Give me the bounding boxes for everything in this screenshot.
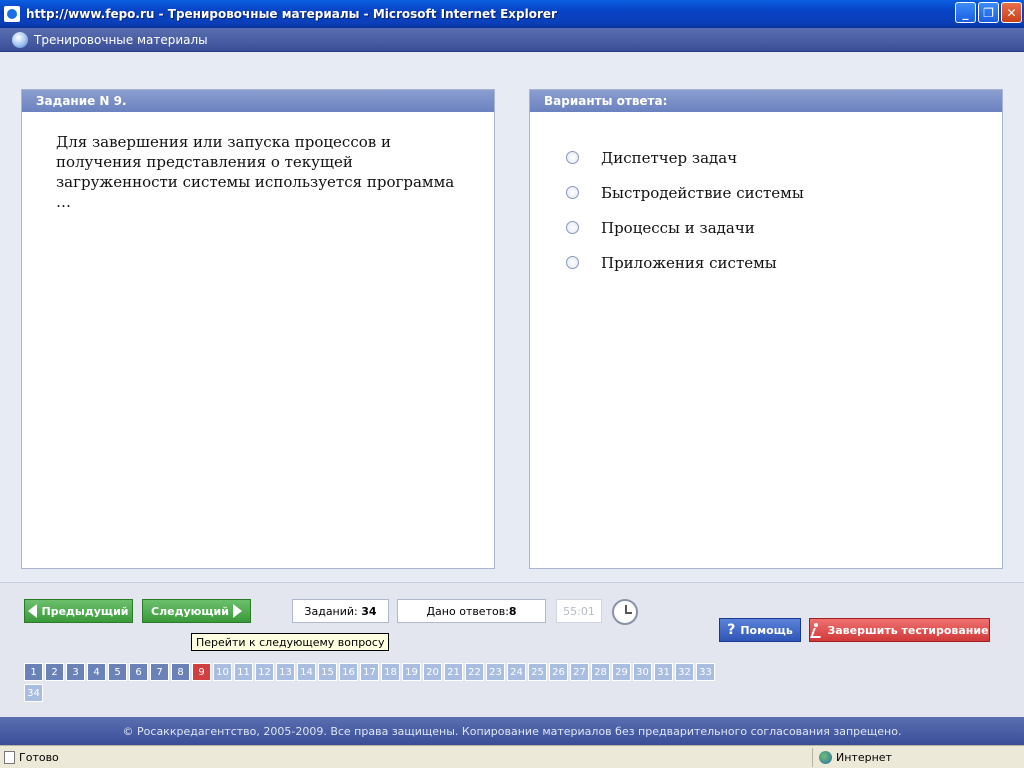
question-number-25[interactable]: 25 bbox=[528, 663, 547, 681]
status-bar: Готово Интернет bbox=[0, 745, 1024, 768]
question-number-23[interactable]: 23 bbox=[486, 663, 505, 681]
window-controls: _ ❐ ✕ bbox=[955, 2, 1022, 23]
question-number-28[interactable]: 28 bbox=[591, 663, 610, 681]
question-number-17[interactable]: 17 bbox=[360, 663, 379, 681]
help-button-label: Помощь bbox=[740, 623, 793, 637]
tasks-counter: Заданий: 34 bbox=[292, 599, 389, 623]
close-button[interactable]: ✕ bbox=[1001, 2, 1022, 23]
question-number-7[interactable]: 7 bbox=[150, 663, 169, 681]
clock-icon bbox=[612, 599, 638, 625]
question-number-4[interactable]: 4 bbox=[87, 663, 106, 681]
question-number-10[interactable]: 10 bbox=[213, 663, 232, 681]
answers-panel: Варианты ответа: Диспетчер задач Быстрод… bbox=[529, 89, 1003, 569]
page-icon bbox=[4, 750, 15, 764]
arrow-left-icon bbox=[28, 604, 38, 618]
question-mark-icon: ? bbox=[727, 622, 736, 638]
question-number-8[interactable]: 8 bbox=[171, 663, 190, 681]
maximize-button[interactable]: ❐ bbox=[978, 2, 999, 23]
next-tooltip: Перейти к следующему вопросу bbox=[191, 633, 390, 651]
question-number-20[interactable]: 20 bbox=[423, 663, 442, 681]
question-number-34[interactable]: 34 bbox=[24, 684, 43, 702]
question-header: Задание N 9. bbox=[22, 90, 494, 112]
answer-option[interactable]: Диспетчер задач bbox=[566, 140, 1002, 175]
answer-label[interactable]: Диспетчер задач bbox=[601, 149, 737, 167]
answer-option[interactable]: Приложения системы bbox=[566, 245, 1002, 280]
question-number-32[interactable]: 32 bbox=[675, 663, 694, 681]
question-number-26[interactable]: 26 bbox=[549, 663, 568, 681]
answers-counter: Дано ответов: 8 bbox=[397, 599, 546, 623]
question-number-22[interactable]: 22 bbox=[465, 663, 484, 681]
next-button[interactable]: Следующий bbox=[142, 599, 251, 623]
window-title: http://www.fepo.ru - Тренировочные матер… bbox=[26, 7, 557, 21]
finish-test-button[interactable]: Завершить тестирование bbox=[809, 618, 990, 642]
answer-label[interactable]: Быстродействие системы bbox=[601, 184, 804, 202]
help-button[interactable]: ? Помощь bbox=[719, 618, 801, 642]
radio-button[interactable] bbox=[566, 186, 579, 199]
minimize-button[interactable]: _ bbox=[955, 2, 976, 23]
status-ready: Готово bbox=[0, 750, 780, 764]
security-zone: Интернет bbox=[812, 747, 892, 767]
question-number-11[interactable]: 11 bbox=[234, 663, 253, 681]
question-number-33[interactable]: 33 bbox=[696, 663, 715, 681]
app-title: Тренировочные материалы bbox=[34, 32, 208, 47]
answer-label[interactable]: Приложения системы bbox=[601, 254, 777, 272]
tasks-count: 34 bbox=[361, 604, 377, 618]
question-number-18[interactable]: 18 bbox=[381, 663, 400, 681]
question-number-27[interactable]: 27 bbox=[570, 663, 589, 681]
question-number-30[interactable]: 30 bbox=[633, 663, 652, 681]
question-number-12[interactable]: 12 bbox=[255, 663, 274, 681]
question-number-3[interactable]: 3 bbox=[66, 663, 85, 681]
status-text: Готово bbox=[19, 750, 59, 764]
question-number-14[interactable]: 14 bbox=[297, 663, 316, 681]
globe-icon bbox=[819, 750, 832, 764]
app-logo-icon bbox=[12, 31, 28, 48]
main-content: Задание N 9. Для завершения или запуска … bbox=[0, 52, 1024, 582]
radio-button[interactable] bbox=[566, 221, 579, 234]
question-number-16[interactable]: 16 bbox=[339, 663, 358, 681]
previous-button-label: Предыдущий bbox=[41, 604, 129, 618]
question-text: Для завершения или запуска процессов и п… bbox=[56, 133, 455, 211]
answers-label: Дано ответов: bbox=[426, 604, 509, 618]
answer-option[interactable]: Быстродействие системы bbox=[566, 175, 1002, 210]
question-panel: Задание N 9. Для завершения или запуска … bbox=[21, 89, 495, 569]
runner-icon bbox=[810, 623, 822, 637]
question-number-5[interactable]: 5 bbox=[108, 663, 127, 681]
question-number-29[interactable]: 29 bbox=[612, 663, 631, 681]
radio-button[interactable] bbox=[566, 151, 579, 164]
question-number-21[interactable]: 21 bbox=[444, 663, 463, 681]
arrow-right-icon bbox=[232, 604, 242, 618]
finish-button-label: Завершить тестирование bbox=[827, 623, 989, 637]
previous-button[interactable]: Предыдущий bbox=[24, 599, 133, 623]
question-number-24[interactable]: 24 bbox=[507, 663, 526, 681]
copyright-footer: © Росаккредагентство, 2005-2009. Все пра… bbox=[0, 717, 1024, 745]
radio-button[interactable] bbox=[566, 256, 579, 269]
answers-header: Варианты ответа: bbox=[530, 90, 1002, 112]
answers-count: 8 bbox=[508, 604, 517, 618]
question-number-13[interactable]: 13 bbox=[276, 663, 295, 681]
next-button-label: Следующий bbox=[151, 604, 229, 618]
question-number-1[interactable]: 1 bbox=[24, 663, 43, 681]
question-number-31[interactable]: 31 bbox=[654, 663, 673, 681]
question-number-19[interactable]: 19 bbox=[402, 663, 421, 681]
timer-display: 55:01 bbox=[556, 599, 602, 623]
question-number-15[interactable]: 15 bbox=[318, 663, 337, 681]
tasks-label: Заданий: bbox=[304, 604, 358, 618]
question-number-9[interactable]: 9 bbox=[192, 663, 211, 681]
answer-options: Диспетчер задач Быстродействие системы П… bbox=[530, 112, 1002, 280]
question-number-2[interactable]: 2 bbox=[45, 663, 64, 681]
window-titlebar: http://www.fepo.ru - Тренировочные матер… bbox=[0, 0, 1024, 28]
answer-option[interactable]: Процессы и задачи bbox=[566, 210, 1002, 245]
app-header: Тренировочные материалы bbox=[0, 28, 1024, 52]
zone-label: Интернет bbox=[836, 750, 892, 764]
question-number-6[interactable]: 6 bbox=[129, 663, 148, 681]
navigation-area: Предыдущий Следующий Заданий: 34 Дано от… bbox=[0, 582, 1024, 717]
answer-label[interactable]: Процессы и задачи bbox=[601, 219, 755, 237]
ie-icon bbox=[4, 6, 20, 22]
